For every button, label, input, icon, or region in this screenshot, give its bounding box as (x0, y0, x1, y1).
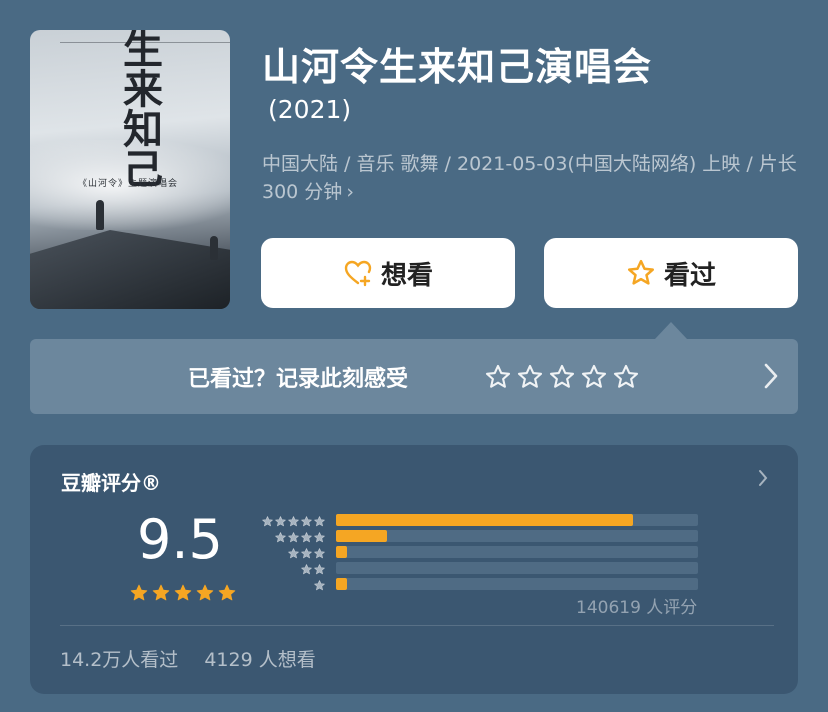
poster-figure (210, 236, 218, 260)
poster-calligraphy: 生来知己 (123, 30, 163, 193)
row-stars (287, 547, 326, 560)
distribution-track (336, 578, 698, 590)
meta-text: 中国大陆 / 音乐 歌舞 / 2021-05-03(中国大陆网络) 上映 / 片… (262, 153, 797, 203)
distribution-bar (336, 578, 347, 590)
star-outline-icon[interactable] (580, 363, 608, 391)
star-small-icon (314, 548, 325, 559)
chevron-right-icon: › (346, 181, 354, 203)
star-outline-icon (627, 259, 654, 285)
poster-image[interactable]: 生来知己 《山河令》主题演唱会 (30, 30, 230, 309)
distribution-row (256, 529, 700, 545)
distribution-bar (336, 546, 347, 558)
rating-footer: 14.2万人看过 4129 人想看 (60, 645, 316, 672)
want-to-watch-button[interactable]: 想看 (261, 238, 515, 308)
watched-button[interactable]: 看过 (544, 238, 798, 308)
star-small-icon (314, 564, 325, 575)
record-label: 已看过？记录此刻感受 (188, 367, 409, 392)
star-small-icon (314, 580, 325, 591)
star-small-icon (288, 516, 299, 527)
star-small-icon (262, 516, 273, 527)
star-filled-icon (152, 584, 170, 601)
poster-figure (96, 200, 104, 230)
star-small-icon (301, 516, 312, 527)
heart-plus-icon (344, 260, 372, 287)
score-stars (129, 583, 237, 603)
star-outline-icon[interactable] (484, 363, 512, 391)
star-small-icon (275, 516, 286, 527)
star-small-icon (301, 532, 312, 543)
distribution-track (336, 546, 698, 558)
rating-count: 140619 人评分 (576, 598, 698, 618)
star-small-icon (288, 548, 299, 559)
star-outline-icon[interactable] (548, 363, 576, 391)
poster-subtitle: 《山河令》主题演唱会 (78, 179, 179, 189)
star-outline-icon[interactable] (516, 363, 544, 391)
star-filled-icon (130, 584, 148, 601)
star-small-icon (275, 532, 286, 543)
distribution-row (256, 577, 700, 593)
row-stars (300, 563, 326, 576)
star-small-icon (288, 532, 299, 543)
poster-cliff (30, 230, 230, 309)
star-filled-icon (196, 584, 214, 601)
wish-count: 4129 人想看 (204, 649, 316, 671)
rating-score: 9.5 (137, 508, 223, 571)
want-button-label: 想看 (380, 260, 433, 291)
row-stars (274, 531, 326, 544)
star-outline-icon[interactable] (612, 363, 640, 391)
record-caret (655, 322, 687, 339)
row-stars (313, 579, 326, 592)
star-filled-icon (218, 584, 236, 601)
distribution-bar (336, 530, 387, 542)
page-title: 山河令生来知己演唱会 (262, 45, 653, 89)
divider (60, 625, 774, 626)
distribution-row (256, 561, 700, 577)
distribution-track (336, 514, 698, 526)
distribution-row (256, 545, 700, 561)
distribution-row (256, 513, 700, 529)
rating-stars-input[interactable] (484, 363, 640, 391)
star-small-icon (301, 564, 312, 575)
rating-heading: 豆瓣评分® (61, 471, 161, 495)
chevron-right-icon[interactable] (762, 361, 780, 391)
watched-count: 14.2万人看过 (60, 649, 179, 671)
movie-meta[interactable]: 中国大陆 / 音乐 歌舞 / 2021-05-03(中国大陆网络) 上映 / 片… (262, 150, 802, 206)
star-small-icon (301, 548, 312, 559)
watched-button-label: 看过 (663, 260, 716, 291)
star-small-icon (314, 516, 325, 527)
release-year: (2021) (268, 95, 352, 124)
distribution-bar (336, 514, 633, 526)
distribution-track (336, 562, 698, 574)
chevron-right-icon[interactable] (758, 469, 768, 487)
douban-rating-panel[interactable]: 豆瓣评分® 9.5 140619 人评分 14.2万人看过 4129 人想看 (30, 445, 798, 694)
record-feeling-bar[interactable]: 已看过？记录此刻感受 (30, 339, 798, 414)
row-stars (261, 515, 326, 528)
distribution-track (336, 530, 698, 542)
star-filled-icon (174, 584, 192, 601)
star-small-icon (314, 532, 325, 543)
